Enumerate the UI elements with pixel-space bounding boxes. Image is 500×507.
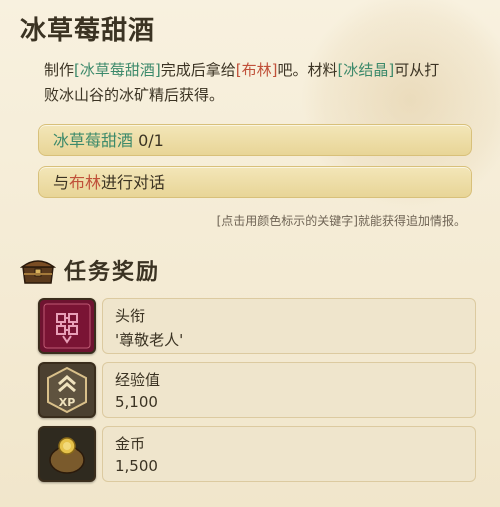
reward-label: 经验值	[115, 371, 161, 389]
reward-label: 头衔	[115, 307, 146, 325]
objective-progress: 0/1	[133, 131, 164, 150]
xp-icon: XP	[38, 362, 96, 418]
quest-panel: 冰草莓甜酒 制作[冰草莓甜酒]完成后拿给[布林]吧。材料[冰结晶]可从打败冰山谷…	[0, 0, 500, 507]
desc-text-1: 制作	[44, 61, 75, 79]
objective-craft[interactable]: 冰草莓甜酒 0/1	[38, 124, 472, 156]
coin-pouch-icon	[38, 426, 96, 482]
reward-label: 金币	[115, 435, 146, 453]
keyword-material-link[interactable]: [冰结晶]	[337, 61, 394, 79]
desc-text-2: 完成后拿给	[160, 61, 236, 79]
reward-header: 任务奖励	[19, 252, 161, 288]
reward-value: 1,500	[115, 457, 158, 475]
reward-value: '尊敬老人'	[115, 331, 184, 349]
objective-npc-name[interactable]: 布林	[69, 173, 101, 192]
reward-bar: 金币 1,500	[102, 426, 476, 482]
objective-text-pre: 与	[53, 173, 70, 192]
desc-text-3: 吧。材料	[277, 61, 338, 79]
objective-item-name[interactable]: 冰草莓甜酒	[53, 131, 133, 150]
reward-value: 5,100	[115, 393, 158, 411]
keyword-npc-link[interactable]: [布林]	[236, 61, 278, 79]
chest-icon	[19, 255, 57, 285]
title-badge-icon	[38, 298, 96, 354]
reward-title: 任务奖励	[64, 260, 161, 285]
objective-talk[interactable]: 与布林进行对话	[38, 166, 472, 198]
quest-title: 冰草莓甜酒	[20, 16, 156, 46]
quest-description: 制作[冰草莓甜酒]完成后拿给[布林]吧。材料[冰结晶]可从打败冰山谷的冰矿精后获…	[44, 58, 444, 108]
reward-bar: 头衔 '尊敬老人'	[102, 298, 476, 354]
reward-item-xp[interactable]: XP 经验值 5,100	[38, 362, 476, 418]
reward-item-title[interactable]: 头衔 '尊敬老人'	[38, 298, 476, 354]
svg-text:XP: XP	[59, 396, 76, 409]
keyword-item-link[interactable]: [冰草莓甜酒]	[74, 61, 161, 79]
reward-item-gold[interactable]: 金币 1,500	[38, 426, 476, 482]
keyword-hint: [点击用颜色标示的关键字]就能获得追加情报。	[216, 214, 466, 228]
objective-text-post: 进行对话	[101, 173, 166, 192]
reward-bar: 经验值 5,100	[102, 362, 476, 418]
